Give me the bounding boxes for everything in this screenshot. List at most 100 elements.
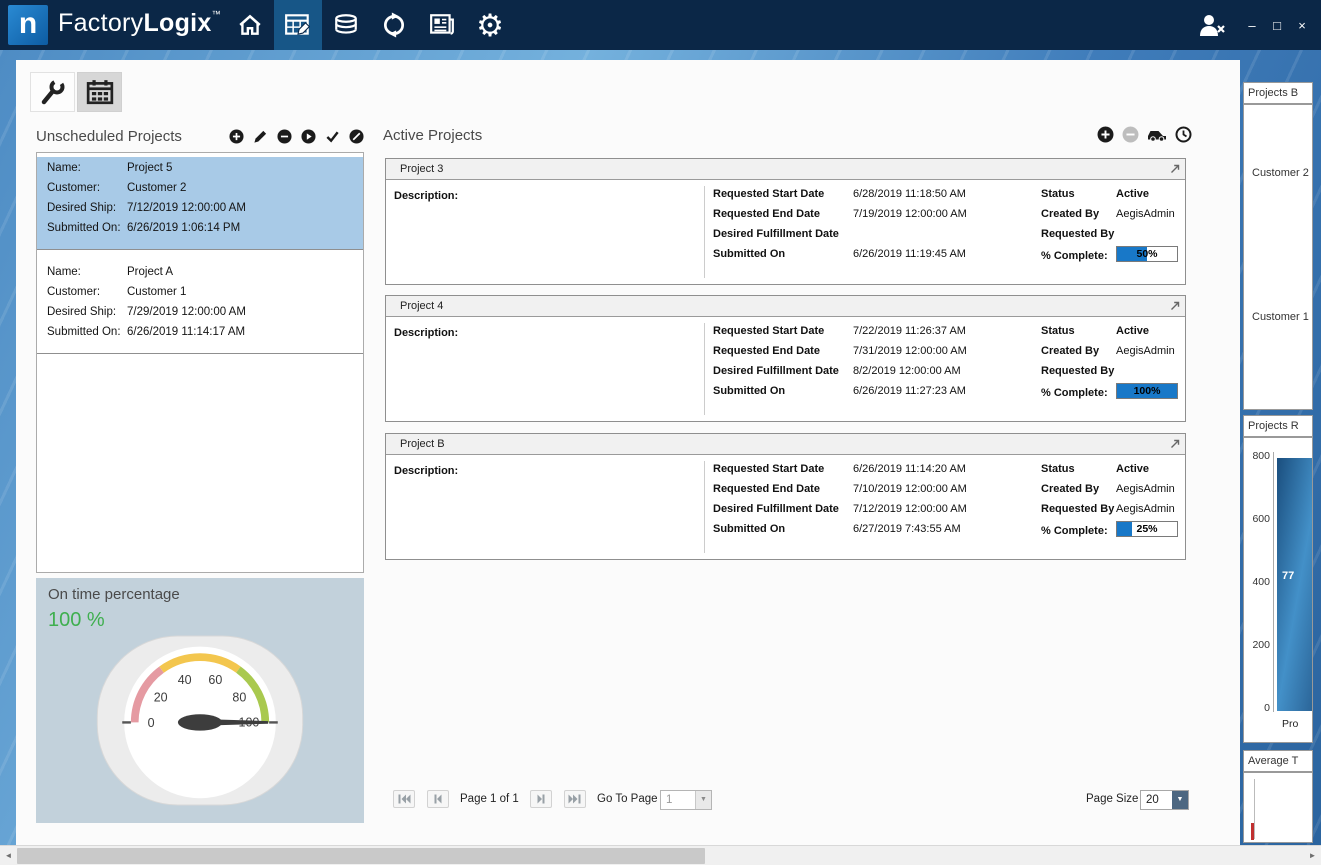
percent-complete-bar: 50% bbox=[1116, 246, 1178, 262]
accept-check-icon[interactable] bbox=[325, 129, 340, 144]
percent-complete-label: % Complete: bbox=[1041, 387, 1108, 399]
maximize-button[interactable]: □ bbox=[1270, 19, 1284, 32]
submitted-on-label: Submitted On bbox=[713, 248, 785, 260]
project-card[interactable]: Project 4 Description: Requested Start D… bbox=[385, 295, 1186, 422]
projects-remaining-panel-header: Projects R bbox=[1243, 415, 1313, 437]
requested-start-value: 7/22/2019 11:26:37 AM bbox=[853, 325, 966, 337]
on-time-panel: On time percentage 100 % 0 20 40 60 80 1… bbox=[36, 578, 364, 823]
goto-page-input[interactable] bbox=[661, 791, 695, 809]
bar-value-label: 77 bbox=[1282, 570, 1294, 582]
project-card[interactable]: Project B Description: Requested Start D… bbox=[385, 433, 1186, 560]
percent-complete-value: 50% bbox=[1117, 247, 1177, 261]
first-page-button[interactable] bbox=[393, 790, 415, 808]
requested-end-value: 7/31/2019 12:00:00 AM bbox=[853, 345, 967, 357]
desired-ship-label: Desired Ship: bbox=[47, 306, 127, 318]
schedule-arrow-icon[interactable] bbox=[301, 129, 316, 144]
status-value: Active bbox=[1116, 188, 1149, 200]
gauge-tick-40: 40 bbox=[178, 673, 192, 687]
cancel-icon[interactable] bbox=[349, 129, 364, 144]
first-page-icon bbox=[396, 791, 412, 807]
requested-by-value: AegisAdmin bbox=[1116, 503, 1175, 515]
logout-user-button[interactable] bbox=[1196, 12, 1226, 38]
tab-scheduling[interactable] bbox=[77, 72, 122, 112]
project-card-body: Description: Requested Start Date 7/22/2… bbox=[386, 317, 1185, 421]
last-page-icon bbox=[567, 791, 583, 807]
next-page-button[interactable] bbox=[530, 790, 552, 808]
project-field-row: Name:Project A bbox=[47, 266, 363, 286]
project-card-title: Project 4 bbox=[400, 300, 443, 312]
expand-icon[interactable] bbox=[1169, 163, 1181, 175]
project-field-row: Customer:Customer 2 bbox=[47, 182, 363, 202]
requested-end-value: 7/10/2019 12:00:00 AM bbox=[853, 483, 967, 495]
nav-production-button[interactable] bbox=[370, 0, 418, 50]
minimize-button[interactable]: – bbox=[1245, 19, 1259, 32]
customer-value: Customer 1 bbox=[127, 286, 186, 298]
project-field-row: Desired Ship:7/29/2019 12:00:00 AM bbox=[47, 306, 363, 326]
edit-pencil-icon[interactable] bbox=[253, 129, 268, 144]
tab-setup[interactable] bbox=[30, 72, 75, 112]
scrollbar-thumb[interactable] bbox=[17, 848, 705, 864]
spinner-icon[interactable]: ▼ bbox=[695, 791, 711, 809]
factorylogix-app-window: n FactoryLogix™ ⚙ bbox=[0, 0, 1321, 865]
submitted-on-label: Submitted On: bbox=[47, 222, 127, 234]
nav-documents-button[interactable] bbox=[418, 0, 466, 50]
unscheduled-project-row[interactable]: Name:Project A Customer:Customer 1 Desir… bbox=[37, 261, 363, 354]
last-page-button[interactable] bbox=[564, 790, 586, 808]
project-field-row: Submitted On:6/26/2019 11:14:17 AM bbox=[47, 326, 363, 346]
desired-ship-value: 7/29/2019 12:00:00 AM bbox=[127, 306, 246, 318]
requested-by-label: Requested By bbox=[1041, 503, 1114, 515]
project-card[interactable]: Project 3 Description: Requested Start D… bbox=[385, 158, 1186, 285]
percent-complete-label: % Complete: bbox=[1041, 525, 1108, 537]
close-button[interactable]: × bbox=[1295, 19, 1309, 32]
page-size-value: 20 bbox=[1146, 791, 1159, 809]
requested-start-value: 6/28/2019 11:18:50 AM bbox=[853, 188, 966, 200]
status-label: Status bbox=[1041, 325, 1075, 337]
y-tick: 400 bbox=[1244, 576, 1270, 588]
remove-icon[interactable] bbox=[277, 129, 292, 144]
on-time-title: On time percentage bbox=[48, 586, 352, 603]
column-divider bbox=[704, 323, 705, 415]
project-field-row: Desired Ship:7/12/2019 12:00:00 AM bbox=[47, 202, 363, 222]
app-title-factory: Factory bbox=[58, 9, 143, 37]
gear-icon: ⚙ bbox=[476, 10, 504, 41]
description-label: Description: bbox=[394, 465, 458, 477]
nav-home-button[interactable] bbox=[226, 0, 274, 50]
name-label: Name: bbox=[47, 266, 127, 278]
page-size-select[interactable]: 20 ▼ bbox=[1140, 790, 1189, 810]
previous-page-button[interactable] bbox=[427, 790, 449, 808]
dropdown-icon[interactable]: ▼ bbox=[1172, 791, 1188, 809]
nav-materials-button[interactable] bbox=[322, 0, 370, 50]
active-projects-title: Active Projects bbox=[383, 127, 482, 144]
add-icon[interactable] bbox=[229, 129, 244, 144]
scroll-left-arrow[interactable]: ◄ bbox=[0, 846, 17, 865]
goto-page-field[interactable]: ▼ bbox=[660, 790, 712, 810]
production-icon bbox=[381, 12, 407, 38]
desired-fulfillment-value: 8/2/2019 12:00:00 AM bbox=[853, 365, 961, 377]
project-card-header: Project B bbox=[386, 434, 1185, 455]
unscheduled-project-row[interactable]: Name:Project 5 Customer:Customer 2 Desir… bbox=[37, 157, 363, 250]
calendar-icon bbox=[86, 79, 114, 105]
expand-icon[interactable] bbox=[1169, 438, 1181, 450]
y-tick: 200 bbox=[1244, 639, 1270, 651]
requested-start-label: Requested Start Date bbox=[713, 325, 824, 337]
projects-remaining-panel: 800 600 400 200 0 77 Pro bbox=[1243, 437, 1313, 743]
nav-scheduling-button[interactable] bbox=[274, 0, 322, 50]
history-clock-icon[interactable] bbox=[1175, 126, 1192, 143]
created-by-label: Created By bbox=[1041, 345, 1099, 357]
remove-icon[interactable] bbox=[1122, 126, 1139, 143]
scheduling-icon bbox=[284, 12, 312, 38]
unscheduled-toolbar bbox=[222, 129, 364, 144]
window-controls: – □ × bbox=[1196, 0, 1309, 50]
add-icon[interactable] bbox=[1097, 126, 1114, 143]
trademark: ™ bbox=[212, 9, 221, 19]
expand-icon[interactable] bbox=[1169, 300, 1181, 312]
customer-label: Customer: bbox=[47, 182, 127, 194]
panel-title: Projects R bbox=[1248, 420, 1299, 432]
nav-settings-button[interactable]: ⚙ bbox=[466, 0, 514, 50]
x-axis-label: Pro bbox=[1282, 718, 1298, 730]
submitted-on-label: Submitted On: bbox=[47, 326, 127, 338]
submitted-on-value: 6/26/2019 11:27:23 AM bbox=[853, 385, 966, 397]
scroll-right-arrow[interactable]: ► bbox=[1304, 846, 1321, 865]
requested-end-label: Requested End Date bbox=[713, 483, 820, 495]
car-icon[interactable] bbox=[1147, 127, 1167, 142]
